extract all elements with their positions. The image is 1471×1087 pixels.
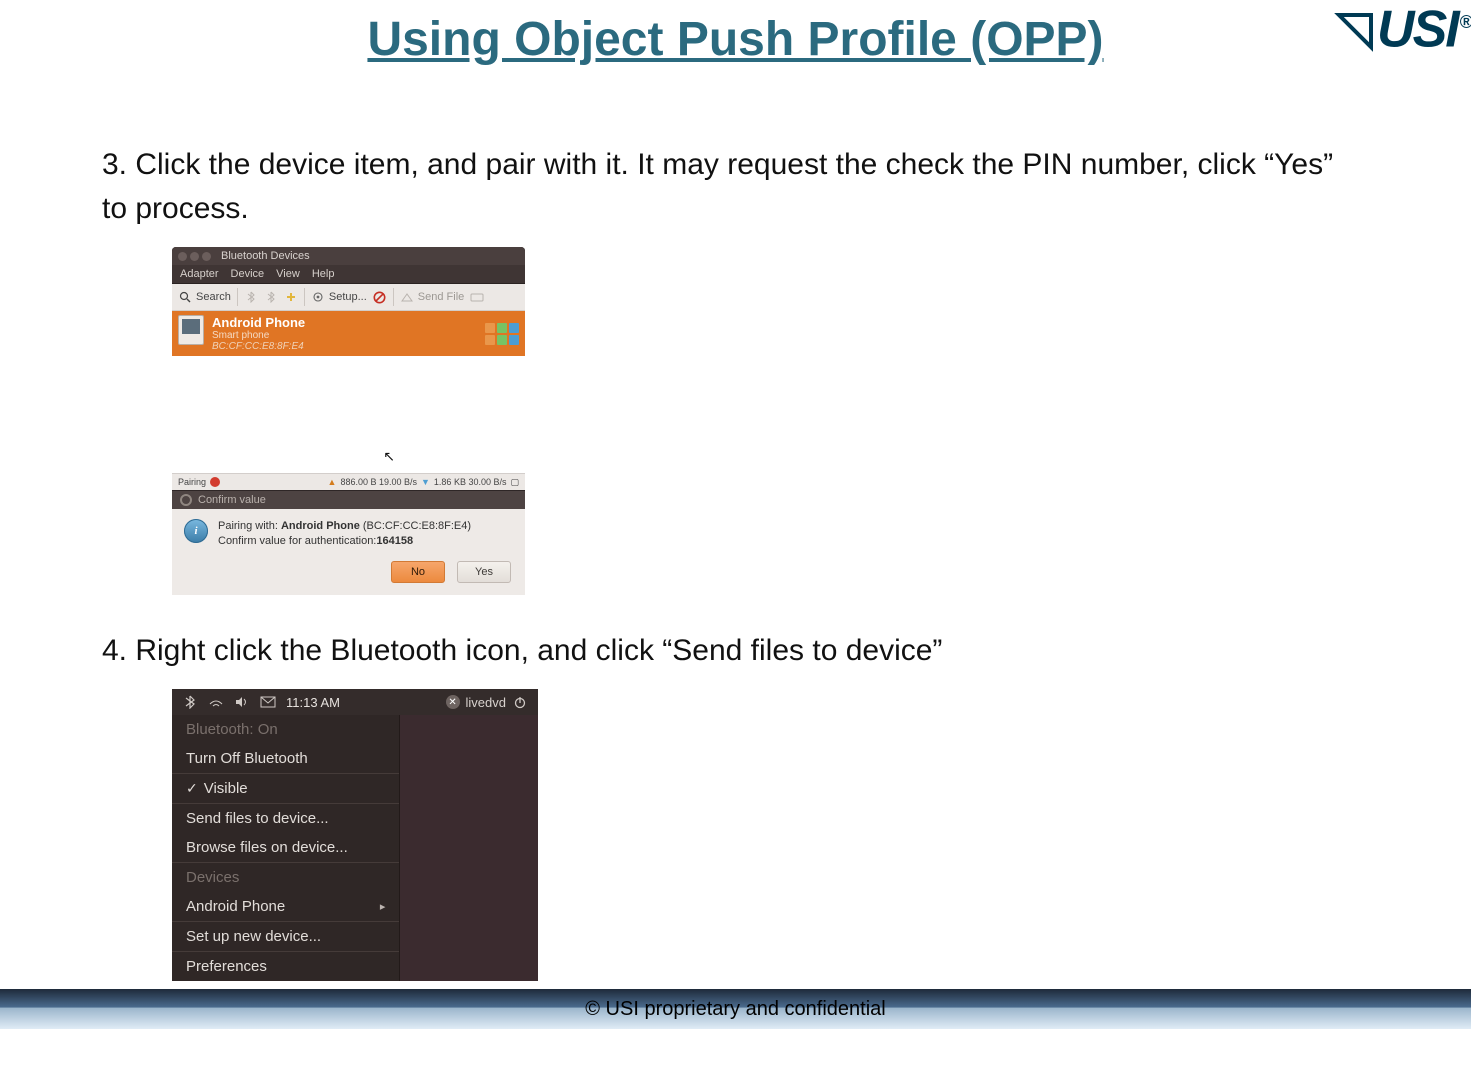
yes-button[interactable]: Yes xyxy=(457,561,511,583)
setup-label: Setup... xyxy=(329,291,367,303)
screenshot-bluetooth-tray-menu: 11:13 AM ✕ livedvd Bluetooth: On Turn Of… xyxy=(172,689,1471,981)
add-icon[interactable] xyxy=(284,290,298,304)
confirm-pin: 164158 xyxy=(376,535,413,547)
deny-icon[interactable] xyxy=(373,290,387,304)
menu-send-files[interactable]: Send files to device... xyxy=(172,804,399,833)
sendfile-label: Send File xyxy=(418,291,464,303)
menu-preferences[interactable]: Preferences xyxy=(172,952,399,981)
browse-icon[interactable] xyxy=(470,290,484,304)
user-status-icon[interactable]: ✕ xyxy=(446,695,460,709)
menu-devices-header: Devices xyxy=(172,863,399,892)
download-arrow-icon: ▼ xyxy=(421,477,430,487)
bluetooth-grey2-icon[interactable] xyxy=(264,290,278,304)
bluetooth-menu: Bluetooth: On Turn Off Bluetooth Visible… xyxy=(172,715,399,981)
confirm-pairing-prefix: Pairing with: xyxy=(218,520,281,532)
toolbar: Search Setup... xyxy=(172,284,525,311)
search-button[interactable]: Search xyxy=(178,290,231,304)
window-title: Bluetooth Devices xyxy=(221,250,310,262)
step-3-text: 3. Click the device item, and pair with … xyxy=(102,143,1342,231)
menu-visible[interactable]: Visible xyxy=(172,774,399,803)
confirm-bullet-icon xyxy=(180,494,192,506)
download-rate: 1.86 KB 30.00 B/s xyxy=(434,477,507,487)
device-mac: BC:CF:CC:E8:8F:E4 xyxy=(212,341,305,352)
confirm-titlebar: Confirm value xyxy=(172,490,525,509)
page-title: Using Object Push Profile (OPP) xyxy=(0,6,1471,93)
menu-turn-off-bt[interactable]: Turn Off Bluetooth xyxy=(172,744,399,773)
confirm-device-mac: (BC:CF:CC:E8:8F:E4) xyxy=(360,520,471,532)
upload-arrow-icon: ▲ xyxy=(328,477,337,487)
confirm-title: Confirm value xyxy=(198,494,266,506)
footer: © USI proprietary and confidential xyxy=(0,989,1471,1029)
screenshot-bluetooth-devices: Bluetooth Devices Adapter Device View He… xyxy=(172,247,1471,595)
confirm-auth-label: Confirm value for authentication: xyxy=(218,535,376,547)
gear-icon xyxy=(311,290,325,304)
clock[interactable]: 11:13 AM xyxy=(286,695,340,710)
sendfile-button[interactable]: Send File xyxy=(400,290,464,304)
confirm-device-name: Android Phone xyxy=(281,520,360,532)
bluetooth-tray-icon[interactable] xyxy=(182,695,198,709)
username[interactable]: livedvd xyxy=(466,695,506,710)
cursor-icon: ↖ xyxy=(383,448,395,465)
device-subtype: Smart phone xyxy=(212,330,305,341)
window-titlebar: Bluetooth Devices xyxy=(172,247,525,265)
step-4-text: 4. Right click the Bluetooth icon, and c… xyxy=(102,629,1342,673)
stop-icon[interactable] xyxy=(210,477,220,487)
upload-rate: 886.00 B 19.00 B/s xyxy=(340,477,417,487)
maximize-icon[interactable] xyxy=(202,252,211,261)
wifi-tray-icon[interactable] xyxy=(208,696,224,708)
power-tray-icon[interactable] xyxy=(512,695,528,709)
info-icon: i xyxy=(184,519,208,543)
status-bar: Pairing ▲ 886.00 B 19.00 B/s ▼ 1.86 KB 3… xyxy=(172,473,525,490)
setup-button[interactable]: Setup... xyxy=(311,290,367,304)
device-row-android[interactable]: Android Phone Smart phone BC:CF:CC:E8:8F… xyxy=(172,311,525,356)
footer-text: © USI proprietary and confidential xyxy=(585,998,885,1021)
volume-tray-icon[interactable] xyxy=(234,696,250,708)
pairing-label: Pairing xyxy=(178,477,206,487)
menu-bt-on: Bluetooth: On xyxy=(172,715,399,744)
system-tray: 11:13 AM ✕ livedvd xyxy=(172,689,538,715)
submenu-empty xyxy=(399,715,538,981)
menu-browse-files[interactable]: Browse files on device... xyxy=(172,833,399,862)
device-name: Android Phone xyxy=(212,315,305,330)
menu-android-phone[interactable]: Android Phone xyxy=(172,892,399,921)
sendfile-icon xyxy=(400,290,414,304)
bluetooth-grey-icon[interactable] xyxy=(244,290,258,304)
menu-view[interactable]: View xyxy=(276,268,300,280)
usi-logo: USI® xyxy=(1333,0,1471,55)
service-icons xyxy=(485,323,519,345)
no-button[interactable]: No xyxy=(391,561,445,583)
battery-icon: ▢ xyxy=(510,477,519,488)
menu-help[interactable]: Help xyxy=(312,268,335,280)
menu-device[interactable]: Device xyxy=(231,268,265,280)
phone-icon xyxy=(178,315,204,345)
minimize-icon[interactable] xyxy=(190,252,199,261)
menu-setup-new[interactable]: Set up new device... xyxy=(172,922,399,951)
menu-adapter[interactable]: Adapter xyxy=(180,268,219,280)
search-label: Search xyxy=(196,291,231,303)
menubar[interactable]: Adapter Device View Help xyxy=(172,265,525,284)
confirm-body: i Pairing with: Android Phone (BC:CF:CC:… xyxy=(172,509,525,557)
mail-tray-icon[interactable] xyxy=(260,696,276,708)
close-icon[interactable] xyxy=(178,252,187,261)
search-icon xyxy=(178,290,192,304)
device-list[interactable]: Android Phone Smart phone BC:CF:CC:E8:8F… xyxy=(172,311,525,473)
